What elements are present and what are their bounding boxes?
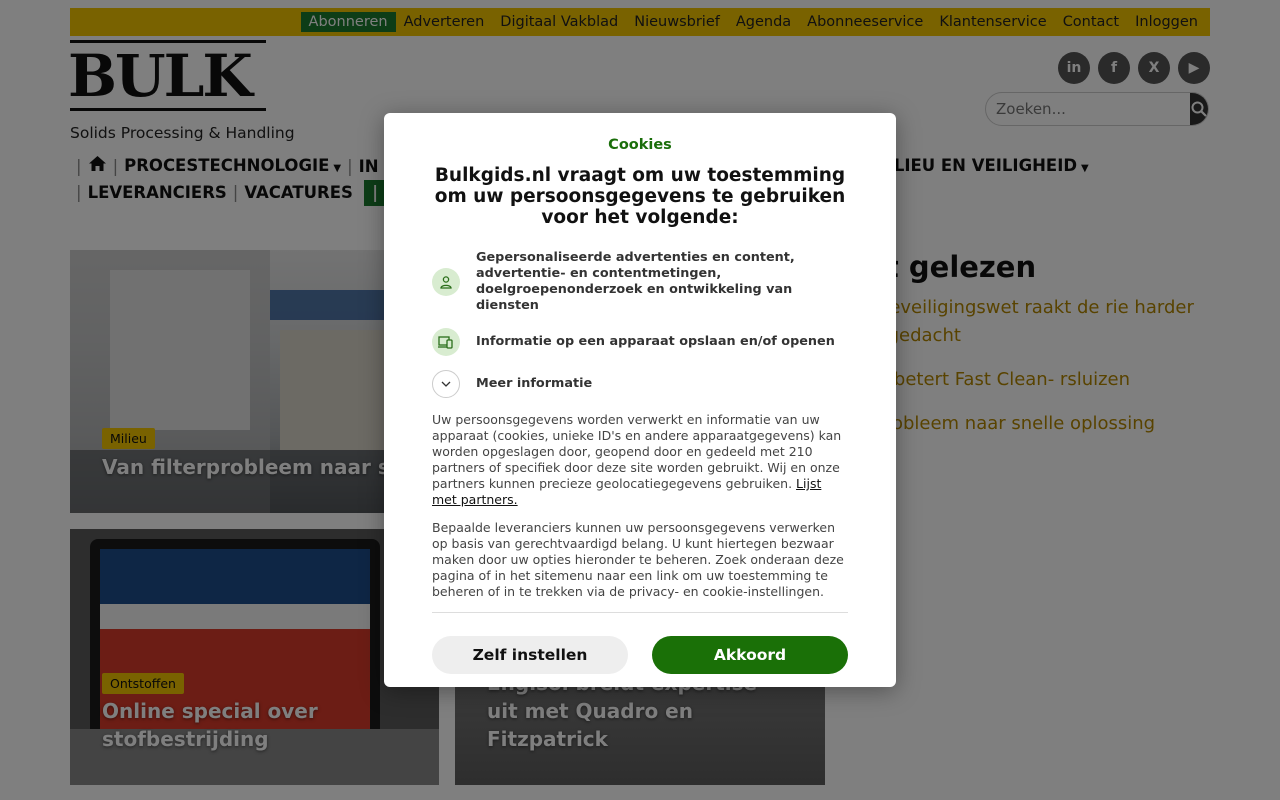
person-icon	[432, 268, 460, 296]
more-info-toggle[interactable]: Meer informatie	[432, 370, 848, 398]
divider	[432, 612, 848, 613]
dialog-title: Bulkgids.nl vraagt om uw toestemming om …	[434, 165, 846, 228]
accept-button[interactable]: Akkoord	[652, 636, 848, 674]
dialog-paragraph: Bepaalde leveranciers kunnen uw persoons…	[432, 520, 844, 599]
purpose-list: Gepersonaliseerde advertenties en conten…	[432, 250, 848, 398]
cookie-consent-dialog: Cookies Bulkgids.nl vraagt om uw toestem…	[384, 113, 896, 687]
dialog-eyebrow: Cookies	[608, 137, 672, 153]
chevron-down-icon[interactable]	[432, 370, 460, 398]
purpose-text: Informatie op een apparaat opslaan en/of…	[476, 334, 835, 349]
dialog-body: Uw persoonsgegevens worden verwerkt en i…	[432, 412, 848, 600]
purpose-text: Gepersonaliseerde advertenties en conten…	[476, 250, 795, 313]
purpose-item: Informatie op een apparaat opslaan en/of…	[432, 328, 848, 356]
purpose-item: Gepersonaliseerde advertenties en conten…	[432, 250, 848, 314]
more-info-label[interactable]: Meer informatie	[476, 376, 592, 392]
manage-options-button[interactable]: Zelf instellen	[432, 636, 628, 674]
dialog-paragraph: Uw persoonsgegevens worden verwerkt en i…	[432, 412, 842, 507]
dialog-actions: Zelf instellen Akkoord	[432, 636, 848, 674]
devices-icon	[432, 328, 460, 356]
